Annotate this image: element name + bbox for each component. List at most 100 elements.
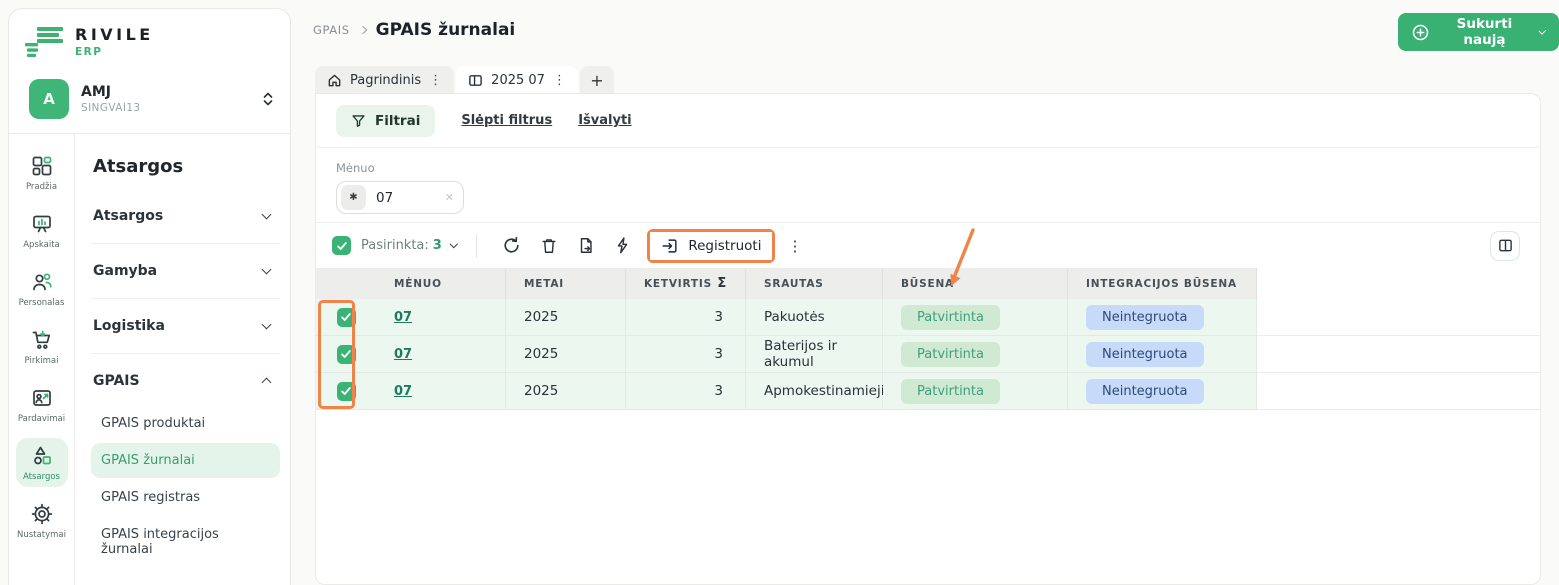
user-name: AMJ — [81, 84, 248, 100]
status-badge: Patvirtinta — [901, 379, 1000, 404]
sidebar-item-pardavimai[interactable]: Pardavimai — [16, 380, 68, 429]
sidebar-item-pradzia[interactable]: Pradžia — [16, 148, 68, 197]
column-header-ketvirtis[interactable]: KETVIRTIS Σ — [626, 268, 746, 299]
menu-heading: Atsargos — [93, 156, 280, 177]
month-value[interactable]: 07 — [376, 190, 435, 206]
refresh-button[interactable] — [493, 230, 530, 262]
divider — [91, 243, 280, 244]
sidebar-item-atsargos[interactable]: Atsargos — [16, 438, 68, 487]
hide-filters-link[interactable]: Slėpti filtrus — [461, 113, 552, 128]
year-cell: 2025 — [506, 373, 626, 410]
sidebar-item-gpais-registras[interactable]: GPAIS registras — [91, 480, 280, 515]
funnel-icon — [351, 113, 366, 128]
account-switcher[interactable]: A AMJ SINGVAI13 — [9, 71, 290, 133]
quarter-cell: 3 — [626, 299, 746, 336]
table-row: 07 2025 3 Baterijos ir akumul Patvirtint… — [316, 336, 1540, 373]
chevron-down-icon — [1539, 27, 1546, 34]
month-link[interactable]: 07 — [394, 310, 412, 325]
delete-button[interactable] — [530, 230, 567, 262]
menu-group-atsargos[interactable]: Atsargos — [91, 195, 280, 237]
chevron-up-icon — [262, 378, 272, 388]
table-icon — [468, 73, 483, 88]
add-tab-button[interactable]: + — [580, 66, 614, 94]
column-settings-button[interactable] — [1490, 231, 1520, 261]
chevron-right-icon — [358, 26, 366, 34]
sidebar-item-pirkimai[interactable]: Pirkimai — [16, 322, 68, 371]
month-input[interactable]: ✱ 07 ✕ — [336, 181, 464, 214]
sidebar-item-apskaita[interactable]: Apskaita — [16, 206, 68, 255]
month-filter: Mėnuo ✱ 07 ✕ — [316, 148, 1540, 223]
cart-icon — [30, 328, 54, 352]
sidebar-item-personalas[interactable]: Personalas — [16, 264, 68, 313]
row-checkbox[interactable] — [337, 382, 356, 401]
chevron-down-icon — [262, 320, 272, 330]
status-badge: Patvirtinta — [901, 342, 1000, 367]
chevron-down-icon[interactable] — [450, 240, 458, 248]
tab-pagrindinis[interactable]: Pagrindinis ⋮ — [315, 66, 454, 94]
more-actions-kebab-icon[interactable]: ⋮ — [787, 237, 802, 255]
divider — [91, 353, 280, 354]
sidebar-item-nustatymai[interactable]: Nustatymai — [16, 496, 68, 545]
people-icon — [30, 270, 54, 294]
year-cell: 2025 — [506, 336, 626, 373]
quarter-cell: 3 — [626, 373, 746, 410]
select-updown-icon[interactable] — [260, 90, 276, 108]
kebab-icon[interactable]: ⋮ — [553, 74, 566, 87]
column-header-metai[interactable]: METAI — [506, 268, 626, 299]
view-tabs: Pagrindinis ⋮ 2025 07 ⋮ + — [315, 66, 614, 94]
register-button[interactable]: Registruoti — [650, 232, 772, 260]
wildcard-icon[interactable]: ✱ — [341, 185, 366, 210]
icon-rail: Pradžia Apskaita — [9, 134, 75, 585]
row-checkbox[interactable] — [337, 308, 356, 327]
plus-circle-icon — [1412, 24, 1429, 41]
registruoti-annotation-box: Registruoti — [647, 229, 775, 263]
clear-filters-link[interactable]: Išvalyti — [578, 113, 631, 128]
menu-group-gpais[interactable]: GPAIS — [91, 360, 280, 402]
stream-cell: Baterijos ir akumul — [746, 336, 883, 373]
row-filler-cell — [1257, 373, 1540, 410]
menu-group-gamyba[interactable]: Gamyba — [91, 250, 280, 292]
sidebar: RIVILE ERP A AMJ SINGVAI13 — [8, 8, 291, 585]
month-link[interactable]: 07 — [394, 347, 412, 362]
column-header-integracijos-busena[interactable]: INTEGRACIJOS BŪSENA — [1068, 268, 1257, 299]
register-icon — [661, 237, 679, 255]
sidebar-item-gpais-integracijos-zurnalai[interactable]: GPAIS integracijos žurnalai — [91, 517, 280, 567]
stream-cell: Apmokestinamieji — [746, 373, 883, 410]
sidebar-item-gpais-produktai[interactable]: GPAIS produktai — [91, 406, 280, 441]
table-toolbar: Pasirinkta: 3 — [316, 223, 1540, 268]
sigma-icon[interactable]: Σ — [717, 276, 727, 291]
sidebar-item-gpais-zurnalai[interactable]: GPAIS žurnalai — [91, 443, 280, 478]
row-checkbox[interactable] — [337, 345, 356, 364]
filters-button[interactable]: Filtrai — [336, 105, 435, 137]
integration-status-badge: Neintegruota — [1086, 379, 1204, 404]
brand-logo: RIVILE ERP — [9, 9, 290, 71]
column-header-busena[interactable]: BŪSENA — [883, 268, 1068, 299]
table-row: 07 2025 3 Apmokestinamieji Patvirtinta N… — [316, 373, 1540, 410]
month-link[interactable]: 07 — [394, 384, 412, 399]
lightning-button[interactable] — [604, 230, 641, 262]
user-company: SINGVAI13 — [81, 102, 248, 114]
integration-status-badge: Neintegruota — [1086, 305, 1204, 330]
home-icon — [327, 73, 342, 88]
stream-cell: Pakuotės — [746, 299, 883, 336]
journal-panel: Filtrai Slėpti filtrus Išvalyti Mėnuo ✱ … — [315, 93, 1541, 585]
file-export-button[interactable] — [567, 230, 604, 262]
column-header-srautas[interactable]: SRAUTAS — [746, 268, 883, 299]
gear-icon — [30, 502, 54, 526]
status-badge: Patvirtinta — [901, 305, 1000, 330]
select-all-checkbox[interactable] — [332, 236, 351, 255]
month-label: Mėnuo — [336, 161, 1520, 175]
breadcrumb-root[interactable]: GPAIS — [313, 23, 350, 37]
filter-bar: Filtrai Slėpti filtrus Išvalyti — [316, 94, 1540, 148]
create-new-button[interactable]: Sukurti naują — [1398, 13, 1559, 51]
divider — [476, 234, 477, 258]
column-header-menuo[interactable]: MĖNUO — [376, 268, 506, 299]
kebab-icon[interactable]: ⋮ — [429, 74, 442, 87]
sales-icon — [30, 386, 54, 410]
tab-2025-07[interactable]: 2025 07 ⋮ — [456, 66, 578, 94]
year-cell: 2025 — [506, 299, 626, 336]
menu-group-logistika[interactable]: Logistika — [91, 305, 280, 347]
clear-icon[interactable]: ✕ — [445, 191, 454, 204]
rivile-logo-icon — [25, 25, 65, 57]
table-header: MĖNUO METAI KETVIRTIS Σ SRAUTAS BŪSENA I… — [316, 268, 1540, 299]
